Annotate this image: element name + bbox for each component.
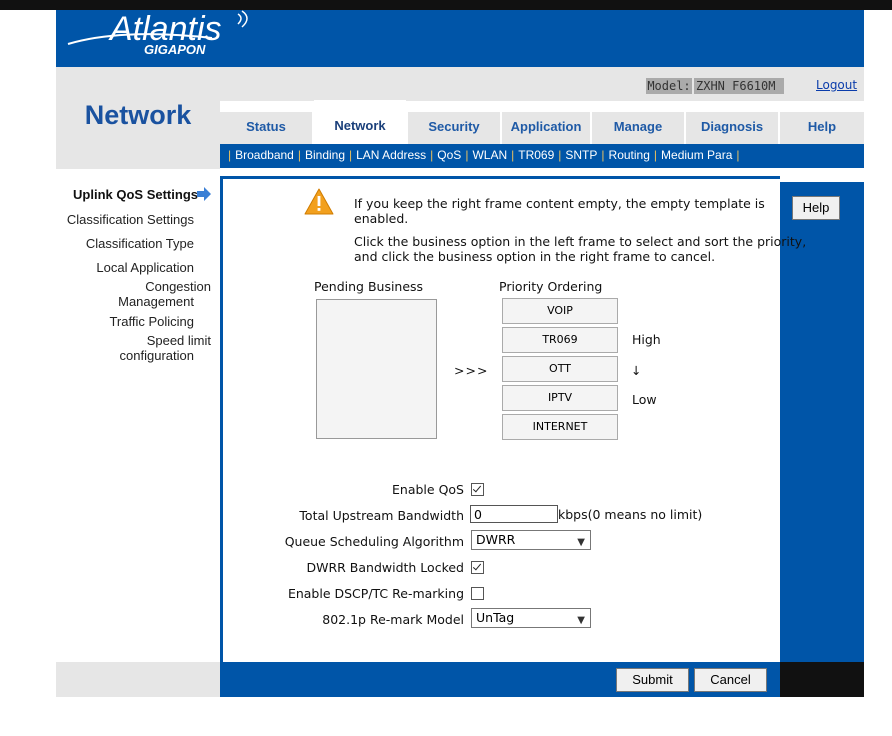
help-panel bbox=[780, 182, 864, 662]
remark-model-label: 802.1p Re-mark Model bbox=[322, 612, 464, 627]
subnav-separator: | bbox=[653, 148, 658, 162]
subnav-separator: | bbox=[430, 148, 434, 162]
leftnav-congestion-line2: Management bbox=[118, 294, 194, 309]
dwrr-locked-label: DWRR Bandwidth Locked bbox=[306, 560, 464, 575]
leftnav-classification-settings[interactable]: Classification Settings bbox=[58, 212, 194, 227]
model-label: Model: bbox=[646, 78, 692, 94]
upstream-bandwidth-label: Total Upstream Bandwidth bbox=[299, 508, 464, 523]
subnav-separator: | bbox=[228, 148, 232, 162]
notice-line-2: enabled. bbox=[354, 211, 409, 226]
enable-qos-label: Enable QoS bbox=[392, 482, 464, 497]
notice-line-3: Click the business option in the left fr… bbox=[354, 234, 807, 249]
leftnav-speed-limit-configuration[interactable]: Speed limit configuration bbox=[58, 333, 211, 363]
subnav-tr069[interactable]: TR069 bbox=[518, 148, 554, 162]
queue-scheduling-label: Queue Scheduling Algorithm bbox=[284, 534, 464, 549]
footer-right bbox=[780, 662, 864, 697]
subnav-medium-para[interactable]: Medium Para bbox=[661, 148, 732, 162]
remark-model-value: UnTag bbox=[476, 610, 515, 625]
upstream-bandwidth-input[interactable]: 0 bbox=[470, 505, 558, 523]
footer-left bbox=[56, 662, 220, 697]
notice-line-4: and click the business option in the rig… bbox=[354, 249, 716, 264]
subnav-sntp[interactable]: SNTP bbox=[565, 148, 597, 162]
leftnav-congestion-management[interactable]: Congestion Management bbox=[58, 279, 211, 309]
queue-scheduling-select[interactable]: DWRR ▼ bbox=[471, 530, 591, 550]
subnav-qos[interactable]: QoS bbox=[437, 148, 461, 162]
down-arrow-icon: ↓ bbox=[631, 363, 642, 378]
subnav-lan-address[interactable]: LAN Address bbox=[356, 148, 426, 162]
leftnav-traffic-policing[interactable]: Traffic Policing bbox=[58, 314, 194, 329]
move-arrows: >>> bbox=[454, 363, 489, 378]
submit-button[interactable]: Submit bbox=[616, 668, 689, 692]
subnav-separator: | bbox=[736, 148, 740, 162]
subnav-separator: | bbox=[558, 148, 562, 162]
main-tabs: Status Network Security Application Mana… bbox=[220, 100, 864, 144]
cancel-button[interactable]: Cancel bbox=[694, 668, 767, 692]
subnav-binding[interactable]: Binding bbox=[305, 148, 345, 162]
tab-diagnosis[interactable]: Diagnosis bbox=[686, 112, 778, 144]
model-value: ZXHN F6610M bbox=[694, 78, 784, 94]
chevron-down-icon: ▼ bbox=[577, 537, 585, 548]
subnav-separator: | bbox=[465, 148, 469, 162]
tab-status[interactable]: Status bbox=[220, 112, 312, 144]
subnav-separator: | bbox=[297, 148, 301, 162]
dscp-remarking-label: Enable DSCP/TC Re-marking bbox=[287, 586, 464, 601]
tab-application[interactable]: Application bbox=[502, 112, 590, 144]
logout-link[interactable]: Logout bbox=[816, 78, 857, 92]
leftnav-congestion-line1: Congestion bbox=[145, 279, 211, 294]
enable-qos-checkbox[interactable] bbox=[471, 483, 484, 496]
upstream-bandwidth-unit: kbps(0 means no limit) bbox=[558, 507, 703, 522]
brand-logo: Atlantis GIGAPON bbox=[62, 8, 282, 60]
priority-item-iptv[interactable]: IPTV bbox=[502, 385, 618, 411]
warning-icon bbox=[304, 188, 334, 219]
tab-security[interactable]: Security bbox=[408, 112, 500, 144]
priority-item-voip[interactable]: VOIP bbox=[502, 298, 618, 324]
page-title: Network bbox=[84, 100, 192, 130]
queue-scheduling-value: DWRR bbox=[476, 532, 516, 547]
leftnav-speed-line2: configuration bbox=[119, 348, 194, 363]
subnav-separator: | bbox=[601, 148, 605, 162]
remark-model-select[interactable]: UnTag ▼ bbox=[471, 608, 591, 628]
tab-help[interactable]: Help bbox=[780, 112, 864, 144]
leftnav-classification-type[interactable]: Classification Type bbox=[58, 236, 194, 251]
priority-ordering-label: Priority Ordering bbox=[499, 279, 603, 294]
pending-business-label: Pending Business bbox=[314, 279, 424, 294]
priority-high-label: High bbox=[632, 332, 661, 347]
subnav-separator: | bbox=[511, 148, 515, 162]
tab-manage[interactable]: Manage bbox=[592, 112, 684, 144]
leftnav-uplink-label: Uplink QoS Settings bbox=[73, 187, 198, 202]
subnav-routing[interactable]: Routing bbox=[609, 148, 650, 162]
chevron-down-icon: ▼ bbox=[577, 615, 585, 626]
pending-business-list[interactable] bbox=[316, 299, 437, 439]
priority-low-label: Low bbox=[632, 392, 657, 407]
tab-network[interactable]: Network bbox=[314, 100, 406, 144]
subnav-broadband[interactable]: Broadband bbox=[235, 148, 294, 162]
brand-sub: GIGAPON bbox=[144, 42, 206, 57]
arrow-right-icon bbox=[196, 187, 212, 204]
priority-item-ott[interactable]: OTT bbox=[502, 356, 618, 382]
leftnav-uplink-qos-settings[interactable]: Uplink QoS Settings bbox=[58, 187, 198, 202]
leftnav-speed-line1: Speed limit bbox=[146, 333, 211, 348]
subnav-wlan[interactable]: WLAN bbox=[472, 148, 507, 162]
priority-item-internet[interactable]: INTERNET bbox=[502, 414, 618, 440]
subnav-separator: | bbox=[349, 148, 353, 162]
notice-line-1: If you keep the right frame content empt… bbox=[354, 196, 765, 211]
dscp-remarking-checkbox[interactable] bbox=[471, 587, 484, 600]
sub-navigation-links: | Broadband | Binding | LAN Address | QoS | WLAN |… bbox=[224, 148, 744, 162]
leftnav-local-application[interactable]: Local Application bbox=[58, 260, 194, 275]
dwrr-locked-checkbox[interactable] bbox=[471, 561, 484, 574]
help-button[interactable]: Help bbox=[792, 196, 840, 220]
priority-item-tr069[interactable]: TR069 bbox=[502, 327, 618, 353]
